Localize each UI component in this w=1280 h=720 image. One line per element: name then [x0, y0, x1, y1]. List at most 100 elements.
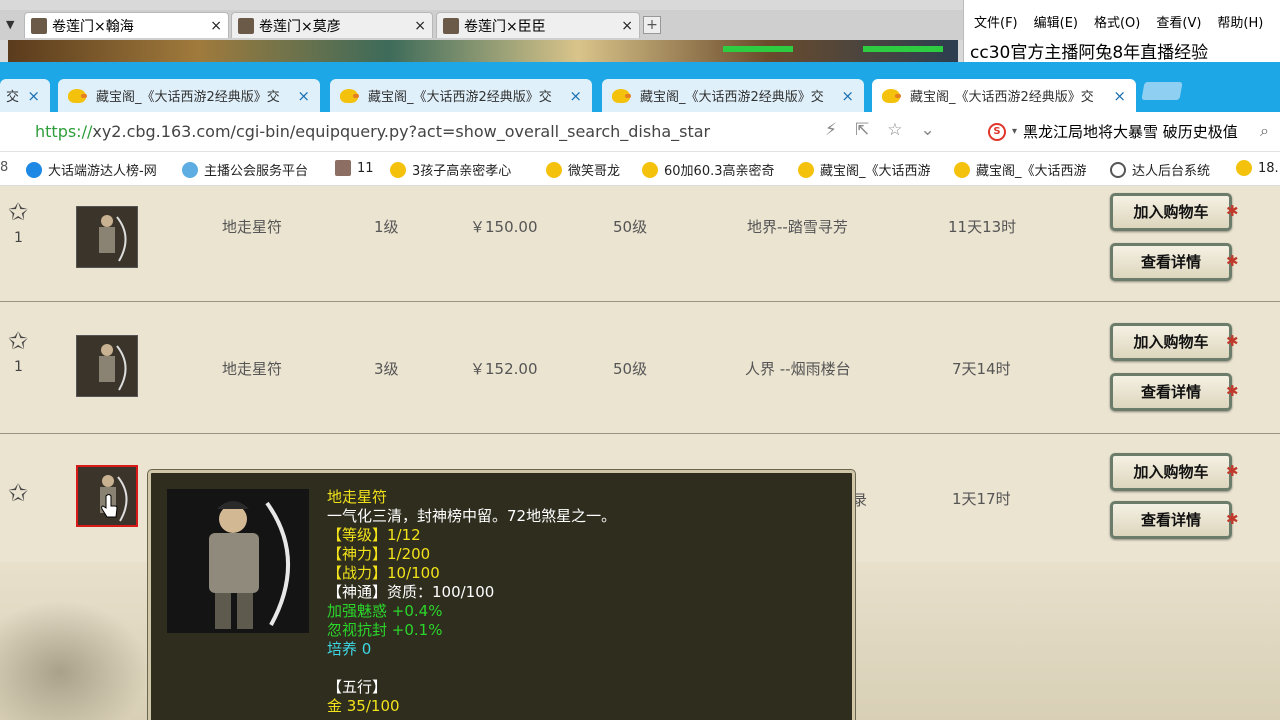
- search-icon[interactable]: ⌕: [1260, 121, 1269, 141]
- new-tab-button[interactable]: [1141, 82, 1183, 100]
- tooltip-shentong: 【神通】资质：100/100: [327, 583, 495, 601]
- browser-tab-3[interactable]: 藏宝阁_《大话西游2经典版》交 ×: [602, 79, 864, 112]
- item-thumbnail[interactable]: [76, 206, 138, 268]
- outer-tab-3[interactable]: 卷莲门×臣臣 ×: [436, 12, 640, 38]
- warrior-portrait-image: [167, 489, 309, 633]
- star-outline-icon[interactable]: ✩: [8, 198, 28, 226]
- menu-edit[interactable]: 编辑(E): [1034, 12, 1078, 31]
- chevron-down-icon[interactable]: ⌄: [920, 120, 934, 140]
- pin-icon: ✱: [1226, 332, 1239, 350]
- tree-painting: [0, 600, 150, 720]
- menu-format[interactable]: 格式(O): [1094, 12, 1140, 31]
- close-icon[interactable]: ×: [621, 18, 633, 34]
- close-icon[interactable]: ×: [414, 18, 426, 34]
- star-icon[interactable]: ☆: [887, 120, 902, 140]
- menu-view[interactable]: 查看(V): [1156, 12, 1201, 31]
- chick-icon: [882, 88, 901, 103]
- outer-tab-1[interactable]: 卷莲门×翰海 ×: [24, 12, 229, 38]
- sogou-icon: S: [988, 122, 1006, 141]
- tooltip-zhanli: 【战力】10/100: [327, 564, 440, 582]
- tooltip-jin: 金 35/100: [327, 697, 400, 715]
- tooltip-text: 地走星符 一气化三清，封神榜中留。72地煞星之一。 【等级】1/12 【神力】1…: [327, 488, 616, 716]
- add-to-cart-button[interactable]: 加入购物车: [1110, 193, 1232, 231]
- browser-tab-4[interactable]: 藏宝阁_《大话西游2经典版》交 ×: [872, 79, 1136, 112]
- view-detail-button[interactable]: 查看详情: [1110, 501, 1232, 539]
- tooltip-shenli: 【神力】1/200: [327, 545, 431, 563]
- add-to-cart-button[interactable]: 加入购物车: [1110, 323, 1232, 361]
- required-level: 50级: [613, 218, 648, 236]
- close-icon[interactable]: ×: [841, 87, 854, 105]
- pin-icon: ✱: [1226, 202, 1239, 220]
- outer-tab-bar: ▼ 卷莲门×翰海 × 卷莲门×莫彦 × 卷莲门×臣臣 × +: [0, 10, 965, 40]
- server-name: 地界--踏雪寻芳: [747, 218, 848, 236]
- menu-help[interactable]: 帮助(H): [1217, 12, 1263, 31]
- item-level: 1级: [374, 218, 399, 236]
- browser-tab-2[interactable]: 藏宝阁_《大话西游2经典版》交 ×: [330, 79, 592, 112]
- item-name: 地走星符: [222, 360, 283, 378]
- bookmark-partial[interactable]: 8: [0, 160, 8, 175]
- tooltip-attr-1: 加强魅惑 +0.4%: [327, 602, 443, 620]
- close-icon[interactable]: ×: [210, 18, 222, 34]
- share-icon[interactable]: ⇱: [855, 120, 869, 140]
- close-icon[interactable]: ×: [1113, 87, 1126, 105]
- browser-tab-1[interactable]: 藏宝阁_《大话西游2经典版》交 ×: [58, 79, 320, 112]
- close-icon[interactable]: ×: [27, 87, 40, 105]
- chick-icon: [612, 88, 631, 103]
- browser-tab-0[interactable]: 交 ×: [0, 79, 50, 112]
- pin-icon: ✱: [1226, 462, 1239, 480]
- outer-tab-2[interactable]: 卷莲门×莫彦 ×: [231, 12, 433, 38]
- required-level: 50级: [613, 360, 648, 378]
- tooltip-title: 地走星符: [327, 488, 388, 506]
- remaining-time: 11天13时: [948, 218, 1017, 236]
- notepad-window: 文件(F) 编辑(E) 格式(O) 查看(V) 帮助(H) cc30官方主播阿兔…: [963, 0, 1280, 63]
- avatar-icon: [238, 17, 254, 34]
- new-tab-icon[interactable]: +: [643, 16, 661, 34]
- avatar-icon: [31, 17, 47, 34]
- notepad-text[interactable]: cc30官方主播阿兔8年直播经验: [970, 38, 1208, 63]
- tab-list-arrow-icon[interactable]: ▼: [6, 18, 14, 31]
- view-detail-button[interactable]: 查看详情: [1110, 373, 1232, 411]
- mp-bar: [863, 46, 943, 52]
- add-to-cart-button[interactable]: 加入购物车: [1110, 453, 1232, 491]
- pin-icon: ✱: [1226, 252, 1239, 270]
- close-icon[interactable]: ×: [569, 87, 582, 105]
- item-thumbnail[interactable]: [76, 335, 138, 397]
- chevron-down-icon[interactable]: ▾: [1012, 126, 1017, 137]
- url-field[interactable]: https://xy2.cbg.163.com/cgi-bin/equipque…: [35, 122, 710, 141]
- pin-icon: ✱: [1226, 510, 1239, 528]
- chick-icon: [340, 88, 359, 103]
- address-bar[interactable]: https://xy2.cbg.163.com/cgi-bin/equipque…: [0, 112, 1280, 152]
- warrior-image: [77, 336, 137, 396]
- star-outline-icon[interactable]: ✩: [8, 327, 28, 355]
- remaining-time: 7天14时: [952, 360, 1011, 378]
- item-level: 3级: [374, 360, 399, 378]
- table-row: ✩ 1 地走星符 3级 ￥152.00 50级 人界 --烟雨楼台 7天14时 …: [0, 303, 1280, 434]
- search-suggestion[interactable]: 黑龙江局地将大暴雪 破历史极值: [1023, 121, 1238, 142]
- pin-icon: ✱: [1226, 382, 1239, 400]
- chick-icon: [68, 88, 87, 103]
- avatar-icon: [443, 17, 459, 34]
- lightning-icon[interactable]: ⚡: [825, 120, 837, 140]
- tooltip-wuxing: 【五行】: [327, 678, 388, 696]
- server-name: 人界 --烟雨楼台: [745, 360, 851, 378]
- hp-bar: [723, 46, 793, 52]
- tooltip-level: 【等级】1/12: [327, 526, 421, 544]
- favorite-count: 1: [14, 359, 23, 375]
- tooltip-peiyang: 培养 0: [327, 640, 372, 658]
- item-price: ￥152.00: [470, 360, 538, 378]
- menu-file[interactable]: 文件(F): [974, 12, 1018, 31]
- hand-cursor-icon: [101, 494, 118, 518]
- tooltip-desc: 一气化三清，封神榜中留。72地煞星之一。: [327, 507, 617, 525]
- view-detail-button[interactable]: 查看详情: [1110, 243, 1232, 281]
- warrior-image: [77, 207, 137, 267]
- favorite-count: 1: [14, 230, 23, 246]
- item-tooltip: 地走星符 一气化三清，封神榜中留。72地煞星之一。 【等级】1/12 【神力】1…: [148, 470, 855, 720]
- tooltip-portrait: [167, 489, 309, 633]
- close-icon[interactable]: ×: [297, 87, 310, 105]
- item-name: 地走星符: [222, 218, 283, 236]
- search-box[interactable]: S ▾ 黑龙江局地将大暴雪 破历史极值: [988, 121, 1238, 142]
- remaining-time: 1天17时: [952, 490, 1011, 508]
- star-outline-icon[interactable]: ✩: [8, 479, 28, 507]
- address-actions: ⚡ ⇱ ☆ ⌄: [825, 120, 935, 140]
